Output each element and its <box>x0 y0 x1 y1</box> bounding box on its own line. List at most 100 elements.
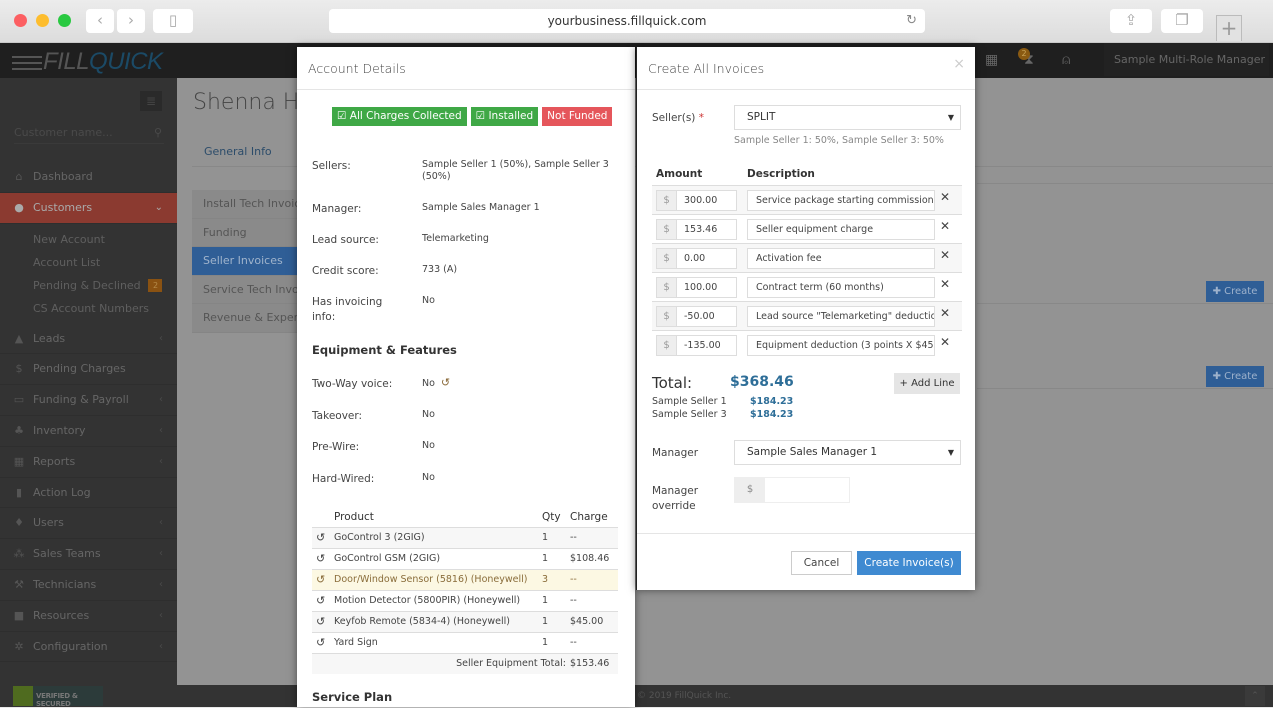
back-button[interactable]: ‹ <box>86 9 114 33</box>
share-button[interactable]: ⇪ <box>1110 9 1152 33</box>
add-user-icon[interactable]: ⍝ <box>1062 43 1070 78</box>
forward-button[interactable]: › <box>117 9 145 33</box>
dollar-addon: $ <box>656 335 677 356</box>
manager-label: Manager <box>652 447 699 459</box>
new-tab-button[interactable]: + <box>1216 15 1242 41</box>
minimize-window-button[interactable] <box>36 14 49 27</box>
history-icon[interactable]: ↺ <box>312 569 334 591</box>
sidebar-item-dashboard[interactable]: ⌂ Dashboard <box>0 162 177 193</box>
amount-input[interactable]: -135.00 <box>676 335 737 356</box>
sidebar-subitem-pending-declined[interactable]: Pending & Declined 2 <box>0 274 177 297</box>
sidebar-item-inventory[interactable]: ♣ Inventory ‹ <box>0 416 177 447</box>
sidebar-item-pending-charges[interactable]: $ Pending Charges <box>0 354 177 386</box>
create-button[interactable]: ✚ Create <box>1206 366 1264 387</box>
equipment-total-value: $153.46 <box>570 653 618 674</box>
address-bar[interactable]: yourbusiness.fillquick.com ↻ <box>329 9 925 33</box>
customer-search-input[interactable]: Customer name... ⚲ <box>14 122 164 144</box>
home-icon: ⌂ <box>15 170 23 183</box>
create-invoices-modal: Create All Invoices × Seller(s) * SPLIT ▼… <box>636 47 975 590</box>
sidebar-item-action-log[interactable]: ▮ Action Log <box>0 478 177 509</box>
reload-icon[interactable]: ↻ <box>906 9 917 33</box>
sellers-hint: Sample Seller 1: 50%, Sample Seller 3: 5… <box>734 135 944 146</box>
sidebar-item-configuration[interactable]: ✲ Configuration ‹ <box>0 632 177 663</box>
sidebar-item-users[interactable]: ♦ Users ‹ <box>0 508 177 540</box>
sidebar-subitem-cs-account-numbers[interactable]: CS Account Numbers <box>0 297 177 320</box>
remove-line-icon[interactable]: ✕ <box>940 248 950 262</box>
remove-line-icon[interactable]: ✕ <box>940 190 950 204</box>
remove-line-icon[interactable]: ✕ <box>940 277 950 291</box>
chevron-left-icon: ‹ <box>159 609 163 621</box>
subnav-install-tech-invoices[interactable]: Install Tech Invoic <box>192 190 302 219</box>
sidebar-subitem-account-list[interactable]: Account List <box>0 251 177 274</box>
logo[interactable]: FILLQUICK <box>12 48 163 76</box>
amount-input[interactable]: -50.00 <box>676 306 737 327</box>
tabs-overview-button[interactable]: ❐ <box>1161 9 1203 33</box>
sidebar-item-sales-teams[interactable]: ⁂ Sales Teams ‹ <box>0 539 177 570</box>
chevron-down-icon: ⌄ <box>154 201 163 213</box>
table-row: ↺ GoControl 3 (2GIG) 1 -- <box>312 527 618 549</box>
scroll-top-button[interactable]: ⌃ <box>1245 686 1265 706</box>
plus-icon: ✚ <box>1212 371 1225 382</box>
history-icon[interactable]: ↺ <box>312 590 334 612</box>
lock-icon <box>13 686 33 706</box>
sidebar-subitem-new-account[interactable]: New Account <box>0 228 177 251</box>
subnav-funding[interactable]: Funding <box>192 219 302 248</box>
chevron-left-icon: ‹ <box>159 455 163 467</box>
invoice-line: $ -50.00 Lead source "Telemarketing" deduc… <box>652 302 962 331</box>
create-button[interactable]: ✚ Create <box>1206 281 1264 302</box>
history-icon[interactable]: ↺ <box>312 632 334 654</box>
cubes-icon: ♣ <box>14 423 24 437</box>
subnav-revenue-expenses[interactable]: Revenue & Expens <box>192 304 302 333</box>
history-icon[interactable]: ↺ <box>312 611 334 633</box>
calendar-icon[interactable]: ▦ <box>985 43 998 78</box>
close-window-button[interactable] <box>14 14 27 27</box>
security-seal[interactable]: VERIFIED & SECURED <box>13 686 103 708</box>
sidebar-toggle-button[interactable]: ▯ <box>153 9 193 33</box>
sidebar-item-technicians[interactable]: ⚒ Technicians ‹ <box>0 570 177 601</box>
check-square-icon: ☑ <box>475 110 489 122</box>
amount-input[interactable]: 0.00 <box>676 248 737 269</box>
description-input[interactable]: Seller equipment charge <box>747 219 935 240</box>
dollar-addon: $ <box>656 219 677 240</box>
maximize-window-button[interactable] <box>58 14 71 27</box>
invoice-line: $100.00 Contract term (60 months) ✕ <box>652 273 962 302</box>
description-input[interactable]: Contract term (60 months) <box>747 277 935 298</box>
tab-general-info[interactable]: General Info <box>204 145 272 158</box>
history-icon[interactable]: ↺ <box>441 376 450 389</box>
user-menu[interactable]: Sample Multi-Role Manager ⌄ <box>1104 43 1269 99</box>
sidebar-item-customers[interactable]: ● Customers ⌄ <box>0 192 177 224</box>
invoice-lines: $300.00 Service package starting commissi… <box>652 185 962 360</box>
description-input[interactable]: Service package starting commission <box>747 190 935 211</box>
sellers-select[interactable]: SPLIT ▼ <box>734 105 961 130</box>
subnav-service-tech-invoices[interactable]: Service Tech Invoi <box>192 276 302 305</box>
remove-line-icon[interactable]: ✕ <box>940 335 950 349</box>
remove-line-icon[interactable]: ✕ <box>940 219 950 233</box>
manager-override-input[interactable]: $ <box>734 477 850 503</box>
cancel-button[interactable]: Cancel <box>791 551 852 575</box>
description-input[interactable]: Activation fee <box>747 248 935 269</box>
sidebar-collapse-button[interactable]: ≣ <box>140 91 162 111</box>
description-input[interactable]: Lead source "Telemarketing" deduction <box>747 306 935 327</box>
header-qty: Qty <box>542 507 570 528</box>
history-icon[interactable]: ↺ <box>312 527 334 549</box>
sidebar-item-resources[interactable]: ■ Resources ‹ <box>0 601 177 632</box>
amount-input[interactable]: 153.46 <box>676 219 737 240</box>
remove-line-icon[interactable]: ✕ <box>940 306 950 320</box>
amount-input[interactable]: 300.00 <box>676 190 737 211</box>
add-line-button[interactable]: + Add Line <box>894 373 960 394</box>
sidebar-nav: ⌂ Dashboard ● Customers ⌄ New Account Accou… <box>0 162 177 663</box>
manager-select[interactable]: Sample Sales Manager 1 ▼ <box>734 440 961 465</box>
close-icon[interactable]: × <box>953 56 965 72</box>
sidebar-item-funding-payroll[interactable]: ▭ Funding & Payroll ‹ <box>0 385 177 416</box>
money-icon: ▭ <box>13 393 25 407</box>
invoice-line: $0.00 Activation fee ✕ <box>652 244 962 273</box>
invoice-line: $300.00 Service package starting commissi… <box>652 186 962 215</box>
amount-input[interactable]: 100.00 <box>676 277 737 298</box>
subnav-seller-invoices[interactable]: Seller Invoices <box>192 247 302 276</box>
sidebar-item-leads[interactable]: ▲ Leads ‹ <box>0 324 177 355</box>
sidebar-item-reports[interactable]: ▦ Reports ‹ <box>0 447 177 478</box>
create-invoices-button[interactable]: Create Invoice(s) <box>857 551 961 575</box>
table-row: ↺ Motion Detector (5800PIR) (Honeywell) 1-… <box>312 590 618 612</box>
description-input[interactable]: Equipment deduction (3 points X $45.00) <box>747 335 935 356</box>
history-icon[interactable]: ↺ <box>312 548 334 570</box>
